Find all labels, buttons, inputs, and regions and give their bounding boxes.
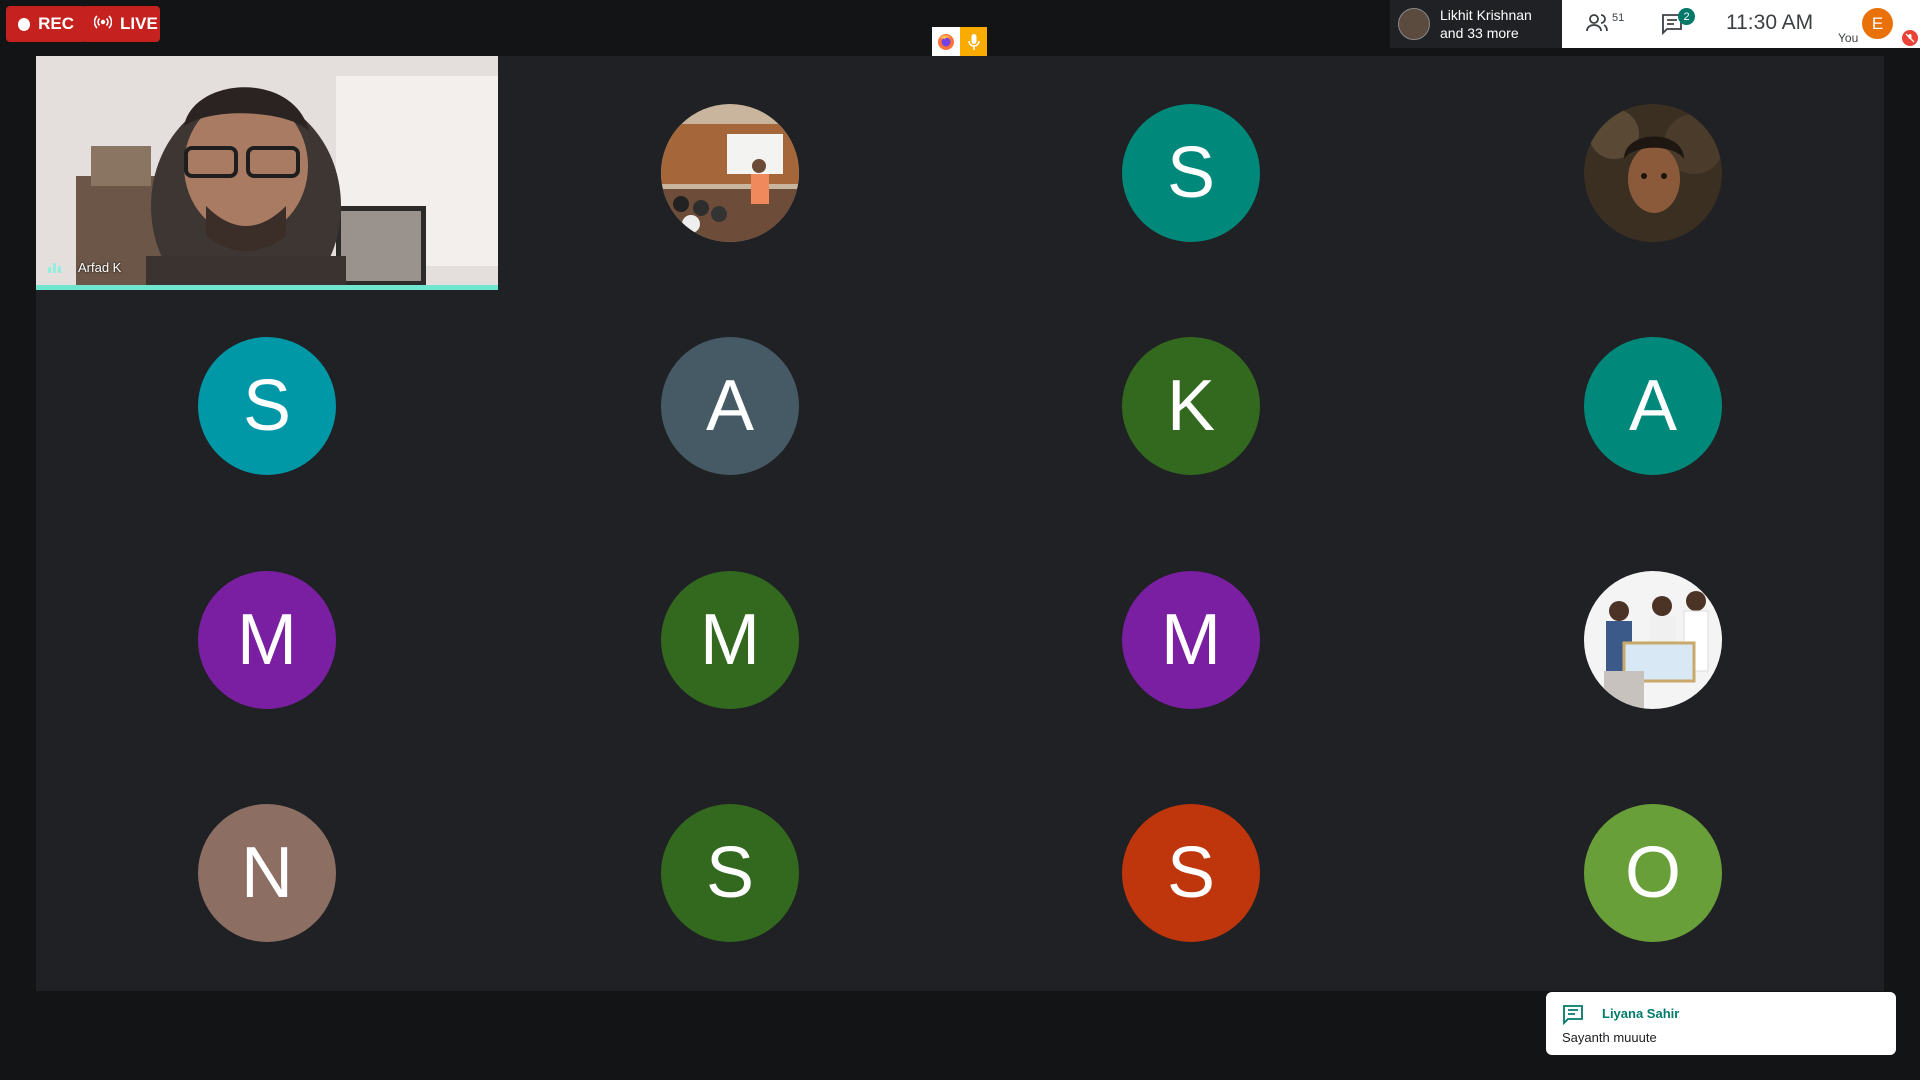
recording-indicator[interactable]: REC — [6, 6, 86, 42]
participant-avatar[interactable]: S — [1122, 804, 1260, 942]
participant-avatar[interactable]: A — [661, 337, 799, 475]
participant-avatar[interactable]: O — [1584, 804, 1722, 942]
live-label: LIVE — [120, 14, 158, 33]
people-icon[interactable] — [1584, 10, 1610, 41]
clock: 11:30 AM — [1726, 11, 1814, 34]
speaker-video-frame — [36, 56, 498, 290]
participant-initial: M — [700, 600, 760, 680]
presenter-name: Likhit Krishnan — [1440, 7, 1532, 23]
mic-muted-icon — [1902, 30, 1918, 46]
chat-notification[interactable]: Liyana Sahir Sayanth muuute — [1546, 992, 1896, 1055]
participant-initial: S — [242, 366, 292, 446]
speaking-indicator-bar — [36, 285, 498, 290]
participant-photo-avatar[interactable] — [661, 104, 799, 242]
participant-avatar[interactable]: K — [1122, 337, 1260, 475]
participant-avatar[interactable]: M — [1122, 571, 1260, 709]
chat-sender: Liyana Sahir — [1602, 1006, 1680, 1021]
presenter-info[interactable]: Likhit Krishnan and 33 more — [1390, 0, 1562, 48]
participant-avatar[interactable]: M — [661, 571, 799, 709]
participant-avatar[interactable]: M — [198, 571, 336, 709]
meeting-toolbar: 51 2 11:30 AM You E — [1562, 0, 1920, 48]
participant-initial: M — [237, 600, 297, 680]
broadcast-icon — [93, 14, 113, 34]
record-dot-icon — [18, 17, 31, 31]
participant-avatar[interactable]: N — [198, 804, 336, 942]
speaker-name: Arfad K — [78, 260, 122, 275]
chat-message-icon — [1562, 1004, 1584, 1031]
participant-avatar[interactable]: S — [198, 337, 336, 475]
browser-sharing-indicator[interactable] — [932, 27, 987, 56]
video-tile-active-speaker[interactable]: Arfad K — [36, 56, 498, 290]
participant-initial: A — [1628, 366, 1678, 446]
chat-badge: 2 — [1678, 8, 1695, 25]
participant-avatar[interactable]: S — [661, 804, 799, 942]
participant-photo-avatar[interactable] — [1584, 571, 1722, 709]
you-label: You — [1838, 31, 1859, 45]
participant-initial: S — [1166, 133, 1216, 213]
microphone-icon — [960, 27, 987, 56]
participants-count: 51 — [1612, 12, 1625, 24]
participant-grid: Arfad K S S A K A M M M N S S O — [36, 56, 1884, 991]
participant-initial: S — [1166, 833, 1216, 913]
firefox-icon — [932, 27, 960, 56]
participant-initial: N — [241, 833, 293, 913]
chat-message: Sayanth muuute — [1562, 1030, 1657, 1045]
live-indicator[interactable]: LIVE — [82, 6, 160, 42]
participant-initial: A — [705, 366, 755, 446]
participant-avatar[interactable]: S — [1122, 104, 1260, 242]
rec-label: REC — [38, 14, 74, 33]
presenter-avatar — [1398, 8, 1430, 40]
participant-initial: M — [1161, 600, 1221, 680]
participant-photo-avatar[interactable] — [1584, 104, 1722, 242]
presenter-more: and 33 more — [1440, 25, 1519, 41]
self-avatar[interactable]: E — [1862, 8, 1893, 39]
participant-initial: S — [705, 833, 755, 913]
participant-avatar[interactable]: A — [1584, 337, 1722, 475]
participant-initial: O — [1624, 833, 1681, 913]
audio-level-icon — [48, 263, 61, 273]
participant-initial: K — [1166, 366, 1216, 446]
